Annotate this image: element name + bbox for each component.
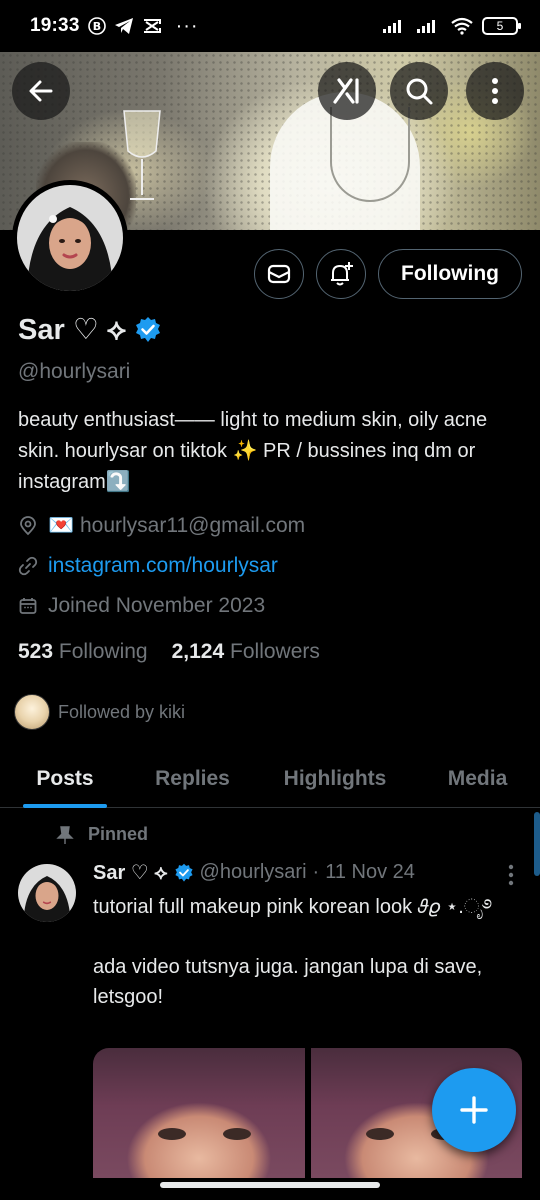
followed-by-text: Followed by kiki — [58, 701, 186, 722]
profile-avatar[interactable] — [12, 180, 128, 296]
name-row: Sar ♡ ⟡ — [18, 312, 162, 347]
banner-wine-glass — [123, 110, 161, 200]
pin-icon — [56, 825, 74, 844]
search-button[interactable] — [390, 62, 448, 120]
more-vertical-icon — [492, 78, 498, 104]
more-notifications-icon: ··· — [175, 14, 199, 37]
home-indicator[interactable] — [160, 1182, 380, 1188]
followers-count: 2,124 — [171, 640, 225, 663]
post-header: Sar ♡ ⟡ @hourlysari · 11 Nov 24 — [93, 860, 415, 885]
notifications-button[interactable] — [316, 249, 367, 299]
more-vertical-icon — [508, 864, 514, 886]
grok-icon — [333, 78, 359, 104]
svg-text:B: B — [92, 20, 100, 33]
image-detail — [365, 1128, 394, 1140]
arrow-left-icon — [29, 80, 53, 102]
telegram-icon — [114, 17, 134, 35]
display-name: Sar ♡ ⟡ — [18, 314, 127, 346]
message-button[interactable] — [254, 249, 305, 299]
status-bar: 19:33 B ··· 5 — [0, 0, 540, 52]
post-author-handle[interactable]: @hourlysari — [200, 861, 307, 884]
following-stat[interactable]: 523 Following — [18, 640, 148, 664]
followed-by[interactable]: Followed by kiki — [14, 694, 185, 730]
grok-button[interactable] — [318, 62, 376, 120]
profile-location: 💌 hourlysar11@gmail.com — [18, 514, 305, 538]
scrollbar-thumb[interactable] — [534, 812, 540, 876]
followers-stat[interactable]: 2,124 Followers — [172, 640, 320, 664]
banner-necklace — [330, 107, 410, 202]
battery-indicator: 5 — [482, 17, 521, 35]
calendar-icon — [19, 598, 37, 614]
profile-bio: beauty enthusiast—— light to medium skin… — [18, 409, 488, 493]
image-detail — [223, 1128, 251, 1140]
verified-badge-icon[interactable] — [134, 316, 162, 344]
profile-tabs: Posts Replies Highlights Media — [0, 750, 540, 808]
post-text: tutorial full makeup pink korean look 𝜗𝜚… — [93, 896, 493, 1008]
pinned-label: Pinned — [88, 824, 149, 844]
follower-avatar — [14, 694, 50, 730]
tab-media[interactable]: Media — [415, 750, 540, 807]
capcut-icon — [142, 17, 162, 35]
status-time: 19:33 — [30, 15, 80, 36]
followers-label: Followers — [230, 640, 320, 663]
profile-joined: Joined November 2023 — [18, 594, 265, 618]
tab-posts[interactable]: Posts — [0, 750, 130, 807]
profile-handle: @hourlysari — [18, 360, 131, 383]
profile-website: instagram.com/hourlysar — [18, 554, 278, 578]
wifi-icon — [450, 17, 474, 35]
envelope-icon — [267, 264, 291, 284]
bitcoin-icon: B — [87, 17, 106, 35]
search-icon — [406, 78, 433, 105]
signal-icon — [382, 18, 408, 34]
location-text: 💌 hourlysar11@gmail.com — [48, 514, 306, 537]
tab-replies[interactable]: Replies — [130, 750, 255, 807]
post-image-1[interactable] — [93, 1048, 305, 1178]
plus-icon — [460, 1096, 488, 1124]
post-separator: · — [312, 861, 320, 883]
following-count: 523 — [18, 640, 54, 663]
post-more-button[interactable] — [508, 864, 514, 892]
tab-highlights[interactable]: Highlights — [255, 750, 415, 807]
website-link[interactable]: instagram.com/hourlysar — [48, 554, 278, 578]
verified-badge-icon — [174, 863, 193, 882]
link-icon — [18, 556, 38, 576]
signal-icon-2 — [416, 18, 442, 34]
following-label: Following — [58, 640, 148, 663]
joined-text: Joined November 2023 — [48, 594, 266, 617]
post-author-avatar[interactable] — [18, 864, 76, 922]
image-detail — [158, 1128, 186, 1140]
compose-post-button[interactable] — [432, 1068, 516, 1152]
profile-stats: 523 Following 2,124 Followers — [18, 640, 320, 664]
post-author-name[interactable]: Sar ♡ ⟡ — [93, 860, 168, 885]
post-date[interactable]: 11 Nov 24 — [325, 861, 415, 884]
profile-actions: Following — [254, 249, 522, 299]
more-options-button[interactable] — [466, 62, 524, 120]
avatar-image — [17, 185, 123, 291]
pinned-indicator: Pinned — [56, 824, 148, 845]
bell-plus-icon — [331, 262, 354, 286]
back-button[interactable] — [12, 62, 70, 120]
location-pin-icon — [20, 516, 36, 536]
following-button[interactable]: Following — [378, 249, 522, 299]
